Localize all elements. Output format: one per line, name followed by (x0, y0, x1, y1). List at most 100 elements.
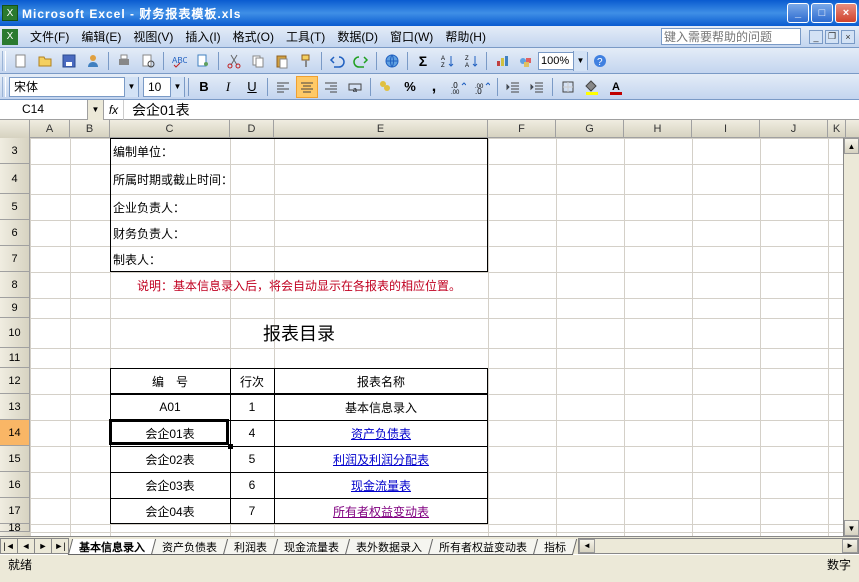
save-button[interactable] (58, 50, 80, 72)
decrease-indent-button[interactable] (502, 76, 524, 98)
workbook-restore[interactable]: ❐ (825, 30, 839, 44)
undo-button[interactable] (326, 50, 348, 72)
tab-nav-next[interactable]: ► (34, 538, 52, 554)
menu-item[interactable]: 插入(I) (179, 28, 226, 46)
cell[interactable]: 财务负责人： (110, 220, 230, 246)
fx-button[interactable]: fx (104, 100, 124, 120)
font-size-combo[interactable]: 10▼ (143, 77, 185, 97)
menu-item[interactable]: 工具(T) (280, 28, 331, 46)
row-header[interactable]: 3 (0, 138, 30, 164)
zoom-combo[interactable]: 100%▼ (538, 52, 588, 70)
copy-button[interactable] (247, 50, 269, 72)
doc-icon[interactable]: X (2, 29, 18, 45)
cell[interactable]: 企业负责人： (110, 194, 230, 220)
menu-item[interactable]: 格式(O) (227, 28, 280, 46)
align-right-button[interactable] (320, 76, 342, 98)
cell[interactable]: 报表名称 (274, 368, 488, 394)
col-header[interactable]: K (828, 120, 846, 138)
open-button[interactable] (34, 50, 56, 72)
menu-item[interactable]: 文件(F) (24, 28, 75, 46)
row-header[interactable]: 18 (0, 524, 30, 532)
align-left-button[interactable] (272, 76, 294, 98)
col-header[interactable]: I (692, 120, 760, 138)
name-box[interactable]: C14 (0, 100, 88, 120)
col-header[interactable]: B (70, 120, 110, 138)
scroll-right-button[interactable]: ► (842, 539, 858, 553)
cell[interactable]: 报表目录 (110, 318, 488, 348)
cell[interactable]: 现金流量表 (274, 472, 488, 498)
new-doc-button[interactable] (10, 50, 32, 72)
currency-button[interactable] (375, 76, 397, 98)
help-button[interactable]: ? (589, 50, 611, 72)
align-center-button[interactable] (296, 76, 318, 98)
scroll-left-button[interactable]: ◄ (579, 539, 595, 553)
cell[interactable]: 会企02表 (110, 446, 230, 472)
cell[interactable]: 利润及利润分配表 (274, 446, 488, 472)
name-box-dropdown[interactable]: ▼ (88, 100, 104, 120)
sheet-tab[interactable]: 基本信息录入 (68, 539, 156, 555)
cell[interactable]: 会企03表 (110, 472, 230, 498)
font-name-combo[interactable]: 宋体▼ (9, 77, 139, 97)
sheet-tab[interactable]: 利润表 (223, 539, 278, 555)
research-button[interactable] (192, 50, 214, 72)
row-header[interactable]: 9 (0, 298, 30, 318)
row-header[interactable]: 10 (0, 318, 30, 348)
cell[interactable]: 6 (230, 472, 274, 498)
sheet-tab[interactable]: 现金流量表 (273, 539, 350, 555)
menu-item[interactable]: 帮助(H) (439, 28, 492, 46)
col-header[interactable]: J (760, 120, 828, 138)
row-header[interactable]: 7 (0, 246, 30, 272)
tab-nav-first[interactable]: |◄ (0, 538, 18, 554)
underline-button[interactable]: U (241, 76, 263, 98)
menu-item[interactable]: 窗口(W) (384, 28, 439, 46)
row-header[interactable]: 14 (0, 420, 30, 446)
font-color-button[interactable]: A (605, 76, 627, 98)
italic-button[interactable]: I (217, 76, 239, 98)
scroll-down-button[interactable]: ▼ (844, 520, 859, 536)
row-header[interactable]: 15 (0, 446, 30, 472)
spelling-button[interactable]: ABC (168, 50, 190, 72)
increase-decimal-button[interactable]: .0.00 (447, 76, 469, 98)
sheet-tab[interactable]: 资产负债表 (151, 539, 228, 555)
workbook-close[interactable]: × (841, 30, 855, 44)
tab-nav-last[interactable]: ►| (51, 538, 69, 554)
sheet-tab[interactable]: 表外数据录入 (345, 539, 433, 555)
hyperlink-button[interactable] (381, 50, 403, 72)
col-header[interactable]: F (488, 120, 556, 138)
autosum-button[interactable]: Σ (412, 50, 434, 72)
col-header[interactable]: G (556, 120, 624, 138)
toolbar-grip[interactable] (2, 77, 6, 97)
maximize-button[interactable]: □ (811, 3, 833, 23)
col-header[interactable]: D (230, 120, 274, 138)
bold-button[interactable]: B (193, 76, 215, 98)
cell[interactable]: 编 号 (110, 368, 230, 394)
chart-wizard-button[interactable] (491, 50, 513, 72)
sheet-tab[interactable]: 指标 (533, 539, 577, 555)
cell[interactable]: 所有者权益变动表 (274, 498, 488, 524)
row-header[interactable]: 8 (0, 272, 30, 298)
cell[interactable]: 说明：基本信息录入后，将会自动显示在各报表的相应位置。 (110, 272, 488, 298)
row-header[interactable]: 16 (0, 472, 30, 498)
print-button[interactable] (113, 50, 135, 72)
help-search-input[interactable] (661, 28, 801, 45)
cell[interactable]: 4 (230, 420, 274, 446)
menu-item[interactable]: 数据(D) (331, 28, 384, 46)
row-header[interactable]: 17 (0, 498, 30, 524)
row-header[interactable]: 13 (0, 394, 30, 420)
col-header[interactable]: H (624, 120, 692, 138)
permission-button[interactable] (82, 50, 104, 72)
paste-button[interactable] (271, 50, 293, 72)
menu-item[interactable]: 编辑(E) (75, 28, 127, 46)
select-all-corner[interactable] (0, 120, 30, 138)
row-header[interactable]: 4 (0, 164, 30, 194)
col-header[interactable]: C (110, 120, 230, 138)
increase-indent-button[interactable] (526, 76, 548, 98)
row-header[interactable]: 12 (0, 368, 30, 394)
row-header[interactable]: 11 (0, 348, 30, 368)
print-preview-button[interactable] (137, 50, 159, 72)
formula-input[interactable]: 会企01表 (124, 100, 859, 120)
fill-color-button[interactable] (581, 76, 603, 98)
cells-area[interactable]: 编制单位：所属时期或截止时间：企业负责人：财务负责人：制表人：说明：基本信息录入… (30, 138, 859, 536)
cell[interactable]: A01 (110, 394, 230, 420)
cell[interactable]: 所属时期或截止时间： (110, 164, 230, 194)
